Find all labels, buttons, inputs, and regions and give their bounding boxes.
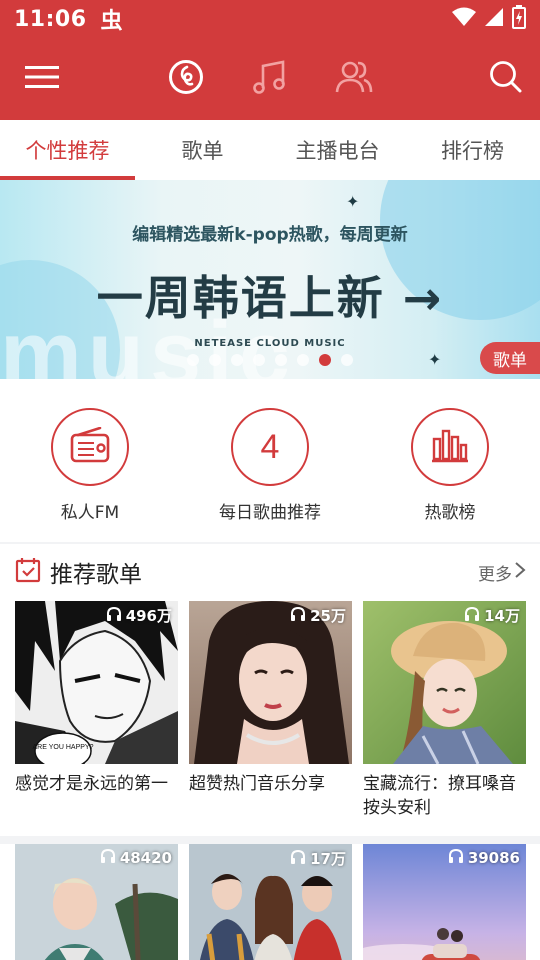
signal-icon xyxy=(484,7,504,31)
discover-tabs: 个性推荐 歌单 主播电台 排行榜 xyxy=(0,120,540,180)
playlist-title: 超赞热门音乐分享 xyxy=(189,774,325,794)
battery-icon xyxy=(512,5,526,33)
playlist-card[interactable]: 25万 超赞热门音乐分享 xyxy=(189,601,352,796)
play-count: 39086 xyxy=(448,848,520,868)
chart-circle xyxy=(411,408,489,486)
carousel-dot[interactable] xyxy=(275,354,287,366)
playlist-card[interactable]: 17万 xyxy=(189,844,352,960)
banner-brand: NETEASE CLOUD MUSIC xyxy=(194,338,346,349)
headphones-icon xyxy=(290,849,306,869)
playlist-card[interactable]: 39086 xyxy=(363,844,526,960)
play-count-value: 17万 xyxy=(310,850,346,868)
carousel-dot[interactable] xyxy=(209,354,221,366)
play-count-value: 39086 xyxy=(467,849,520,867)
playlist-card[interactable]: 48420 xyxy=(15,844,178,960)
recommended-playlists-section: 推荐歌单 更多 ARE YOU HAPPY? 496万 感觉才是永远的第一 25… xyxy=(0,544,540,960)
tab-discover-button[interactable] xyxy=(160,38,212,120)
section-title: 推荐歌单 xyxy=(50,562,142,588)
headphones-icon xyxy=(448,848,464,868)
carousel-dot[interactable] xyxy=(253,354,265,366)
daily-recommend-label: 每日歌曲推荐 xyxy=(219,503,321,523)
more-label: 更多 xyxy=(478,564,512,585)
play-count: 14万 xyxy=(464,605,520,626)
playlist-title: 感觉才是永远的第一 xyxy=(15,774,168,794)
section-header: 推荐歌单 更多 xyxy=(0,544,540,600)
app-bar xyxy=(0,38,540,120)
playlist-title: 宝藏流行：撩耳嗓音按头安利 xyxy=(363,774,516,818)
private-fm-button[interactable]: 私人FM xyxy=(0,379,180,542)
play-count: 496万 xyxy=(106,605,172,626)
hot-chart-button[interactable]: 热歌榜 xyxy=(360,379,540,542)
playlist-cover: 17万 xyxy=(189,844,352,960)
play-count: 25万 xyxy=(290,605,346,626)
radio-circle xyxy=(51,408,129,486)
radio-icon xyxy=(70,426,110,467)
play-count-value: 48420 xyxy=(119,849,172,867)
banner-headline: 一周韩语上新 → xyxy=(96,271,444,325)
playlist-cover: ARE YOU HAPPY? 496万 xyxy=(15,601,178,764)
headphones-icon xyxy=(100,848,116,868)
banner-carousel[interactable]: music ✦ ✦ 编辑精选最新k-pop热歌，每周更新 一周韩语上新 → NE… xyxy=(0,180,540,379)
tab-friends-button[interactable] xyxy=(328,38,380,120)
play-count-value: 496万 xyxy=(125,607,172,625)
calendar-icon xyxy=(15,557,41,587)
headphones-icon xyxy=(464,606,480,626)
tab-personal-recommend[interactable]: 个性推荐 xyxy=(0,120,135,180)
chevron-right-icon xyxy=(514,561,526,584)
carousel-dot[interactable] xyxy=(231,354,243,366)
headphones-icon xyxy=(106,606,122,626)
more-link[interactable]: 更多 xyxy=(478,544,526,600)
headphones-icon xyxy=(290,606,306,626)
hot-chart-label: 热歌榜 xyxy=(424,503,476,523)
tab-charts[interactable]: 排行榜 xyxy=(405,120,540,180)
playlist-cover: 48420 xyxy=(15,844,178,960)
menu-button[interactable] xyxy=(18,38,66,120)
daily-day-number: 4 xyxy=(260,427,280,466)
music-note-icon xyxy=(251,58,289,100)
play-count: 48420 xyxy=(100,848,172,868)
play-count: 17万 xyxy=(290,848,346,869)
row-divider xyxy=(0,836,540,844)
netease-music-logo-icon xyxy=(168,59,204,99)
carousel-dot[interactable] xyxy=(297,354,309,366)
playlist-cover: 25万 xyxy=(189,601,352,764)
tab-radio[interactable]: 主播电台 xyxy=(270,120,405,180)
hamburger-menu-icon xyxy=(25,65,59,93)
sparkle-icon: ✦ xyxy=(346,192,360,211)
playlist-card[interactable]: 14万 宝藏流行：撩耳嗓音按头安利 xyxy=(363,601,526,820)
quick-entries: 私人FM 4 每日歌曲推荐 热歌榜 xyxy=(0,379,540,542)
carousel-indicator xyxy=(0,354,540,366)
search-button[interactable] xyxy=(482,38,530,120)
bar-chart-icon xyxy=(431,427,469,467)
playlist-cover: 39086 xyxy=(363,844,526,960)
play-count-value: 25万 xyxy=(310,607,346,625)
status-time: 11:06 xyxy=(14,6,87,32)
banner-type-badge: 歌单 xyxy=(480,342,540,374)
search-icon xyxy=(489,60,523,98)
playlist-cover: 14万 xyxy=(363,601,526,764)
carousel-dot[interactable] xyxy=(341,354,353,366)
status-bar: 11:06 虫 xyxy=(0,0,540,38)
carousel-dot-active[interactable] xyxy=(319,354,331,366)
daily-recommend-button[interactable]: 4 每日歌曲推荐 xyxy=(180,379,360,542)
private-fm-label: 私人FM xyxy=(60,503,120,523)
wifi-icon xyxy=(452,7,476,31)
play-count-value: 14万 xyxy=(484,607,520,625)
banner-subtitle: 编辑精选最新k-pop热歌，每周更新 xyxy=(132,225,408,245)
speech-bubble-text: ARE YOU HAPPY? xyxy=(33,744,94,751)
carousel-dot[interactable] xyxy=(187,354,199,366)
playlist-card[interactable]: ARE YOU HAPPY? 496万 感觉才是永远的第一 xyxy=(15,601,178,796)
debug-bug-icon: 虫 xyxy=(100,9,123,34)
tab-playlists[interactable]: 歌单 xyxy=(135,120,270,180)
calendar-circle: 4 xyxy=(231,408,309,486)
friends-icon xyxy=(334,58,374,100)
tab-my-music-button[interactable] xyxy=(244,38,296,120)
